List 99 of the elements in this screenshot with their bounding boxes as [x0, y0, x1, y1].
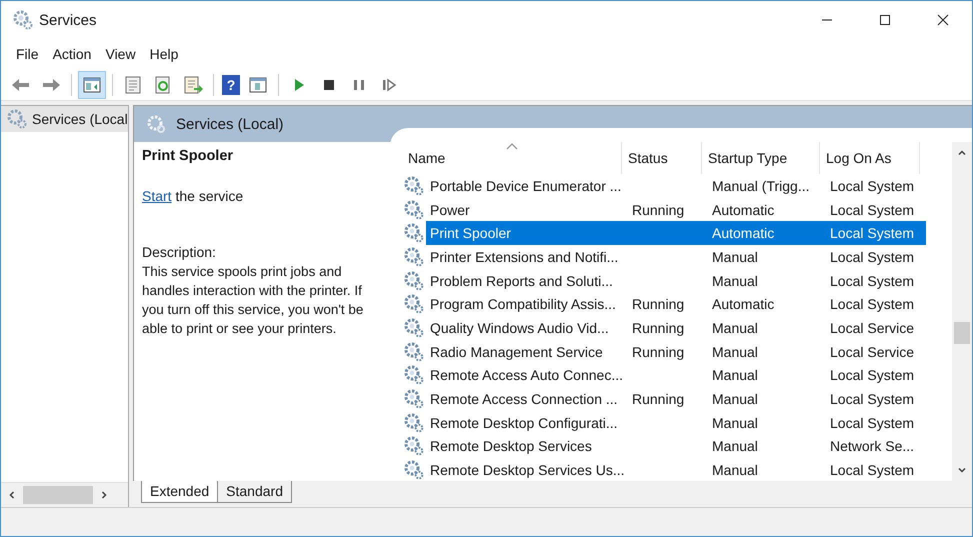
table-row[interactable]: Problem Reports and Soluti... Manual Local System — [390, 268, 952, 292]
service-name-cell-text: Print Spooler — [429, 225, 512, 242]
menu-item[interactable]: Help — [144, 44, 184, 64]
service-name: Print Spooler — [142, 148, 234, 164]
gear-icon — [404, 412, 424, 433]
service-name-cell-text: Remote Access Connection ... — [429, 391, 619, 408]
table-row[interactable]: Program Compatibility Assis... Running Automatic Local System — [390, 292, 952, 316]
service-name-cell-text: Power — [429, 202, 471, 218]
table-row[interactable]: Remote Desktop Services Manual Network Se... — [390, 434, 952, 458]
service-name-cell-text: Remote Access Auto Connec... — [429, 367, 624, 384]
start-link[interactable]: Start — [142, 188, 172, 204]
startup-type-cell-text: Manual — [711, 248, 759, 265]
startup-type-cell-text: Manual (Trigg... — [711, 178, 811, 194]
startup-type-cell-text: Manual — [711, 462, 759, 478]
gear-icon — [404, 389, 424, 410]
scroll-up-icon[interactable] — [957, 148, 967, 158]
gear-icon — [7, 109, 27, 129]
window-title: Services — [39, 12, 97, 28]
gear-icon — [13, 10, 33, 30]
service-name-cell-text: Problem Reports and Soluti... — [429, 272, 614, 289]
table-row[interactable]: Printer Extensions and Notifi... Manual Local System — [390, 245, 952, 269]
log-on-cell-text: Local Service — [829, 320, 916, 336]
service-name-cell-text: Remote Desktop Configurati... — [429, 414, 619, 431]
column-header[interactable]: Status — [622, 142, 702, 174]
log-on-cell-text: Local System — [829, 462, 916, 478]
table-row[interactable]: Portable Device Enumerator ... Manual (Trigg... Local System — [390, 174, 952, 198]
table-row[interactable]: Power Running Automatic Local System — [390, 198, 952, 222]
startup-type-cell-text: Manual — [711, 438, 759, 454]
view-tab[interactable]: Extended — [141, 481, 218, 503]
scroll-left-icon[interactable] — [7, 490, 17, 500]
gear-icon — [404, 294, 424, 314]
gear-icon — [404, 270, 424, 291]
service-name-cell-text: Remote Desktop Services — [429, 438, 593, 454]
status-cell-text: Running — [631, 391, 686, 408]
scrollbar-thumb[interactable] — [23, 486, 93, 504]
scroll-right-icon[interactable] — [99, 490, 109, 500]
startup-type-cell-text: Automatic — [711, 202, 776, 218]
service-name-cell-text: Portable Device Enumerator ... — [429, 178, 622, 194]
log-on-cell-text: Local System — [829, 202, 916, 218]
service-name-cell-text: Radio Management Service — [429, 344, 604, 360]
service-name-cell-text: Printer Extensions and Notifi... — [429, 248, 620, 265]
menu-item[interactable]: View — [99, 44, 142, 64]
log-on-cell-text: Local System — [829, 225, 916, 242]
column-header[interactable]: Startup Type — [702, 142, 820, 174]
pane-title: Services (Local) — [176, 116, 284, 132]
log-on-cell-text: Network Se... — [829, 438, 916, 454]
service-name-cell-text: Quality Windows Audio Vid... — [429, 320, 610, 336]
tree-item[interactable]: Services (Local — [1, 106, 128, 132]
startup-type-cell-text: Automatic — [711, 296, 776, 312]
log-on-cell-text: Local System — [829, 248, 916, 265]
status-cell-text: Running — [631, 296, 686, 312]
service-name-cell-text: Program Compatibility Assis... — [429, 296, 617, 312]
menu-item[interactable]: Action — [46, 44, 98, 64]
table-row[interactable]: Radio Management Service Running Manual Local Service — [390, 340, 952, 364]
log-on-cell-text: Local Service — [829, 344, 916, 360]
gear-icon — [404, 176, 424, 196]
startup-type-cell-text: Manual — [711, 414, 759, 431]
table-row[interactable]: Remote Desktop Configurati... Manual Local System — [390, 410, 952, 435]
log-on-cell-text: Local System — [829, 296, 916, 312]
scrollbar-thumb[interactable] — [954, 322, 970, 344]
startup-type-cell-text: Manual — [711, 391, 759, 408]
panel-icon[interactable] — [78, 70, 106, 98]
startup-type-cell-text: Manual — [711, 367, 759, 384]
gear-icon — [404, 460, 424, 480]
gear-icon — [146, 114, 166, 134]
startup-type-cell-text: Manual — [711, 320, 759, 336]
startup-type-cell-text: Manual — [711, 272, 759, 289]
help-icon[interactable]: ? — [222, 74, 240, 94]
status-cell-text: Running — [631, 202, 686, 218]
status-cell-text: Running — [631, 320, 686, 336]
scroll-down-icon[interactable] — [957, 465, 967, 475]
log-on-cell-text: Local System — [829, 391, 916, 408]
startup-type-cell-text: Manual — [711, 344, 759, 360]
table-row[interactable]: Quality Windows Audio Vid... Running Manual Local Service — [390, 316, 952, 340]
gear-icon — [404, 365, 424, 386]
column-header[interactable]: Name — [402, 142, 622, 174]
action-text: Start the service — [142, 188, 244, 204]
description-text: This service spools print jobs and handles interaction with the printer. If you turn off this service, you won't be able to print or see your printers. — [142, 263, 364, 338]
log-on-cell-text: Local System — [829, 178, 916, 194]
status-cell-text: Running — [631, 344, 686, 360]
gear-icon — [404, 246, 424, 267]
log-on-cell-text: Local System — [829, 414, 916, 431]
description-label: Description: — [142, 244, 217, 260]
table-row[interactable]: Remote Access Auto Connec... Manual Local System — [390, 364, 952, 388]
service-name-cell-text: Remote Desktop Services Us... — [429, 462, 626, 478]
log-on-cell-text: Local System — [829, 367, 916, 384]
table-row[interactable]: Remote Desktop Services Us... Manual Local System — [390, 458, 952, 481]
view-tab[interactable]: Standard — [217, 481, 292, 503]
column-header[interactable]: Log On As — [820, 142, 920, 174]
menu-item[interactable]: File — [10, 44, 45, 64]
gear-icon — [404, 318, 424, 338]
gear-icon — [404, 223, 424, 244]
gear-icon — [404, 200, 424, 220]
startup-type-cell-text: Automatic — [711, 225, 776, 242]
table-row[interactable]: Remote Access Connection ... Running Manual Local System — [390, 387, 952, 411]
sort-caret-icon — [506, 143, 518, 150]
gear-icon — [404, 436, 424, 456]
gear-icon — [404, 342, 424, 362]
log-on-cell-text: Local System — [829, 272, 916, 289]
